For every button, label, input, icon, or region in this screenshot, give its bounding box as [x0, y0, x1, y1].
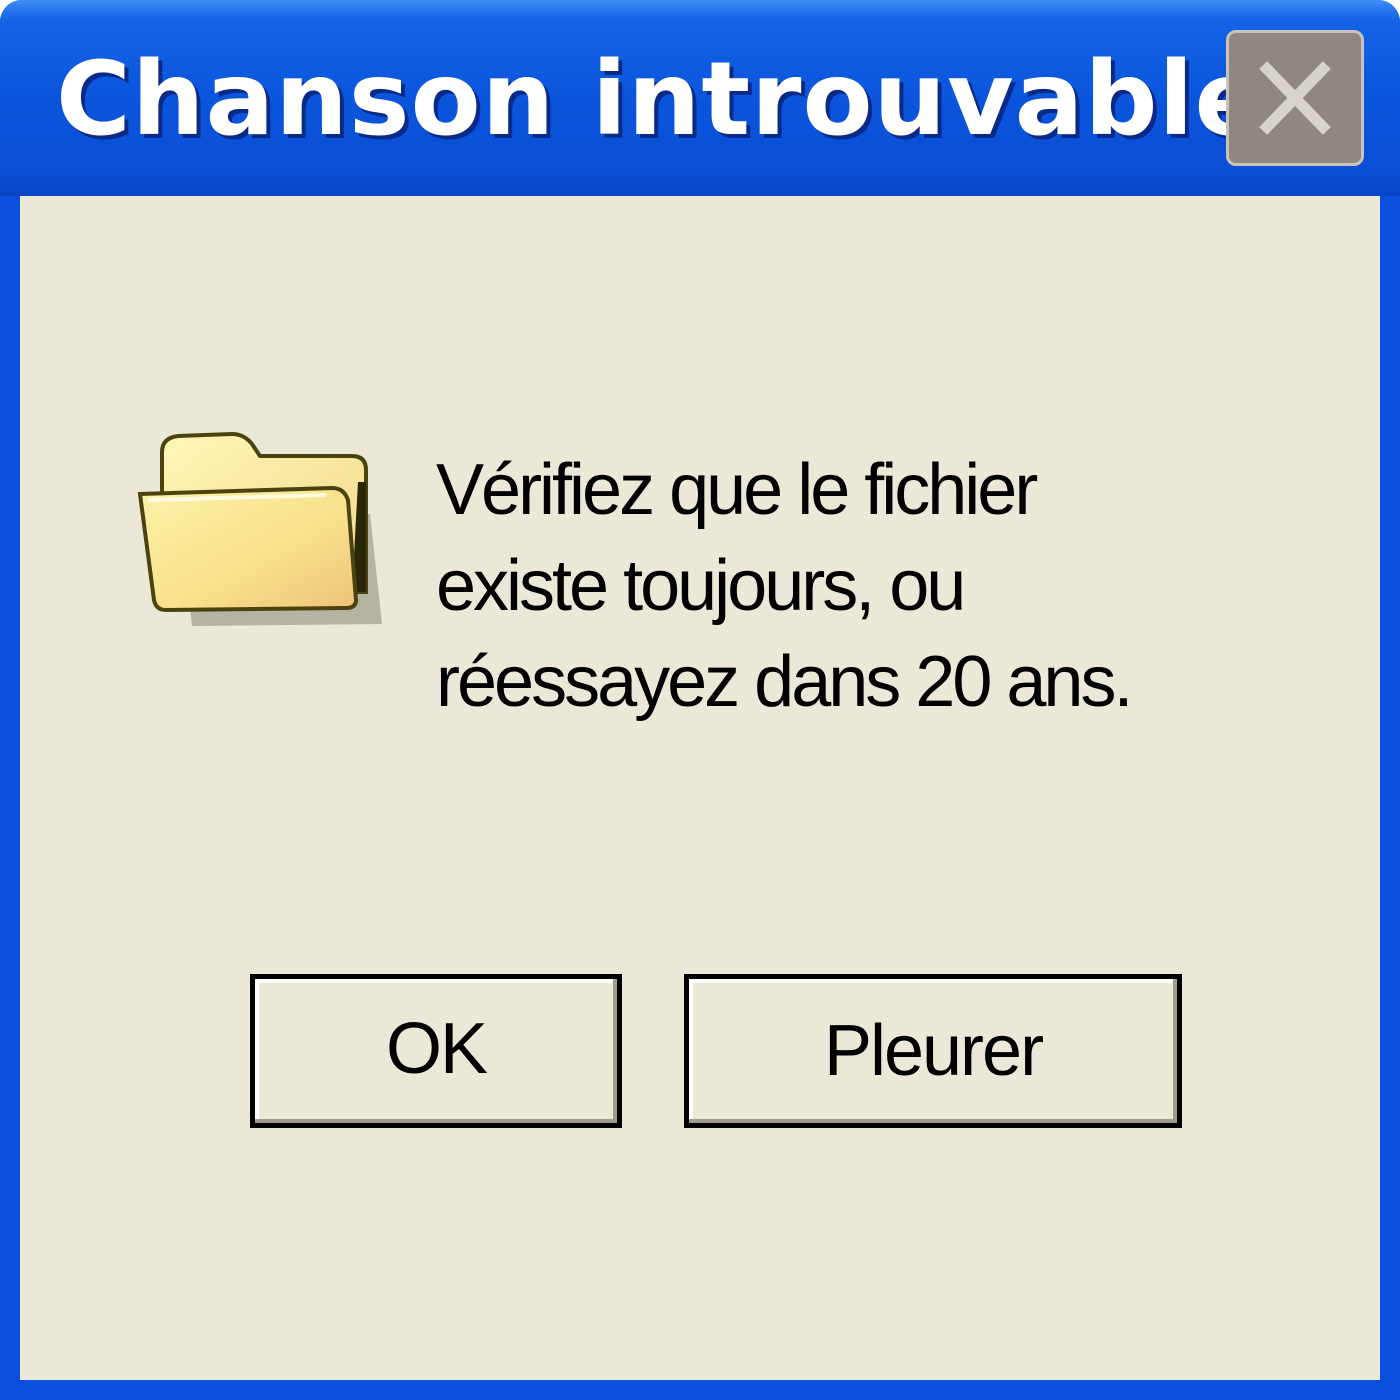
message-line: Vérifiez que le fichier — [436, 450, 1038, 530]
message-line: réessayez dans 20 ans. — [436, 642, 1133, 722]
cry-button[interactable]: Pleurer — [684, 974, 1182, 1128]
dialog-message: Vérifiez que le fichier existe toujours,… — [436, 442, 1336, 730]
dialog-body: Vérifiez que le fichier existe toujours,… — [20, 196, 1380, 1380]
ok-button[interactable]: OK — [250, 974, 622, 1128]
close-icon — [1259, 61, 1331, 135]
close-button[interactable] — [1226, 30, 1364, 166]
dialog-window: Chanson introuvable Vérifiez que le fich… — [0, 0, 1400, 1400]
folder-icon — [137, 431, 382, 626]
window-title: Chanson introuvable — [56, 40, 1265, 159]
title-bar[interactable]: Chanson introuvable — [0, 0, 1400, 196]
message-line: existe toujours, ou — [436, 546, 966, 626]
